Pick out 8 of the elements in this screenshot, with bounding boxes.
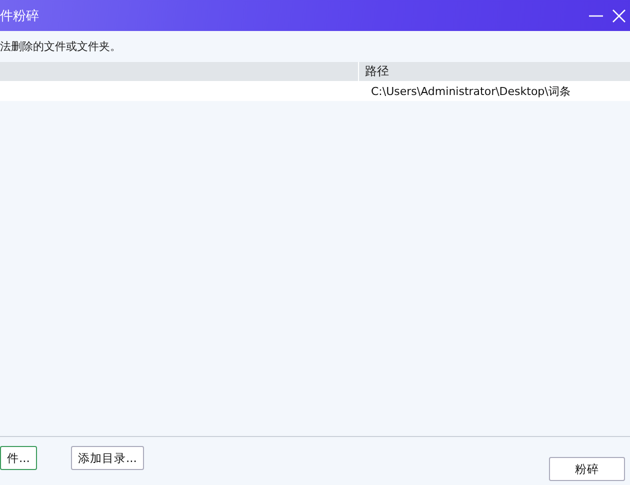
window-title: 件粉碎 [0, 8, 39, 24]
path-cell-text: C:\Users\Administrator\Desktop\词条 [370, 84, 570, 98]
close-icon[interactable] [612, 8, 626, 22]
shred-button[interactable]: 粉碎 [549, 457, 625, 481]
footer-button[interactable]: 件... [0, 446, 37, 470]
column-header[interactable]: 路径 [359, 63, 389, 80]
description-text: 法删除的文件或文件夹。 [0, 39, 122, 55]
footer-button[interactable]: 添加目录... [70, 446, 144, 470]
